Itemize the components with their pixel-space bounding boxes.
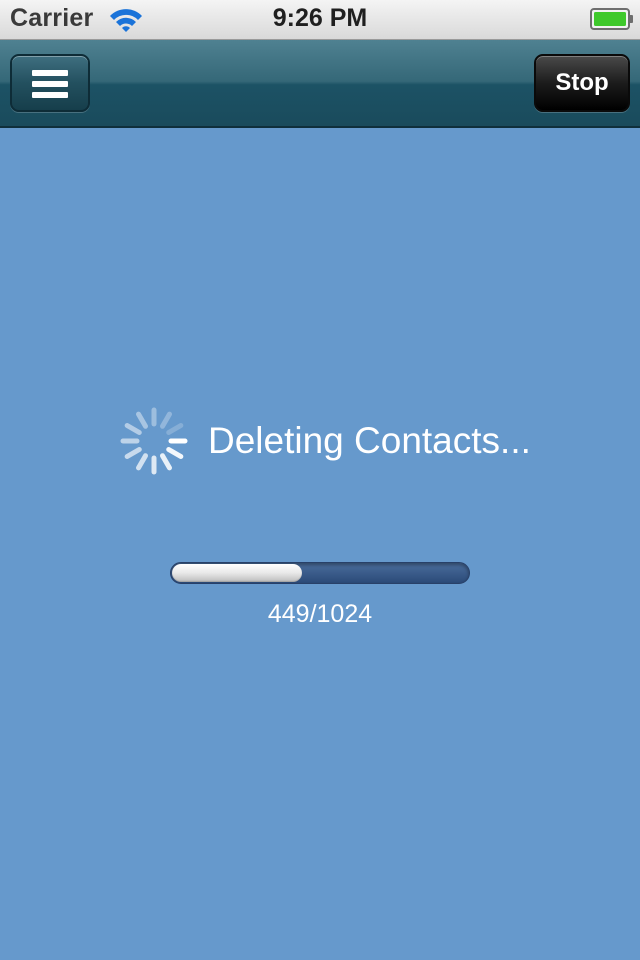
spinner-spoke [124,447,142,459]
navigation-bar: Stop [0,40,640,128]
battery-full-icon [590,8,633,30]
screen: Carrier 9:26 PM Stop Deleting Contacts..… [0,0,640,960]
activity-spinner-icon [120,407,188,475]
status-message: Deleting Contacts... [208,420,531,461]
progress-count: 449/1024 [267,600,373,628]
clock: 9:26 PM [272,4,368,32]
menu-button[interactable] [10,54,90,112]
hamburger-menu-icon [32,70,68,98]
progress-bar-fill [172,564,302,582]
spinner-spoke [166,423,184,435]
stop-button[interactable]: Stop [534,54,630,112]
spinner-spoke [136,411,148,429]
status-bar: Carrier 9:26 PM [0,0,640,40]
spinner-spoke [166,447,184,459]
progress-bar [170,562,470,584]
spinner-spoke [160,411,172,429]
spinner-spoke [136,453,148,471]
spinner-spoke [124,423,142,435]
spinner-spoke [160,453,172,471]
